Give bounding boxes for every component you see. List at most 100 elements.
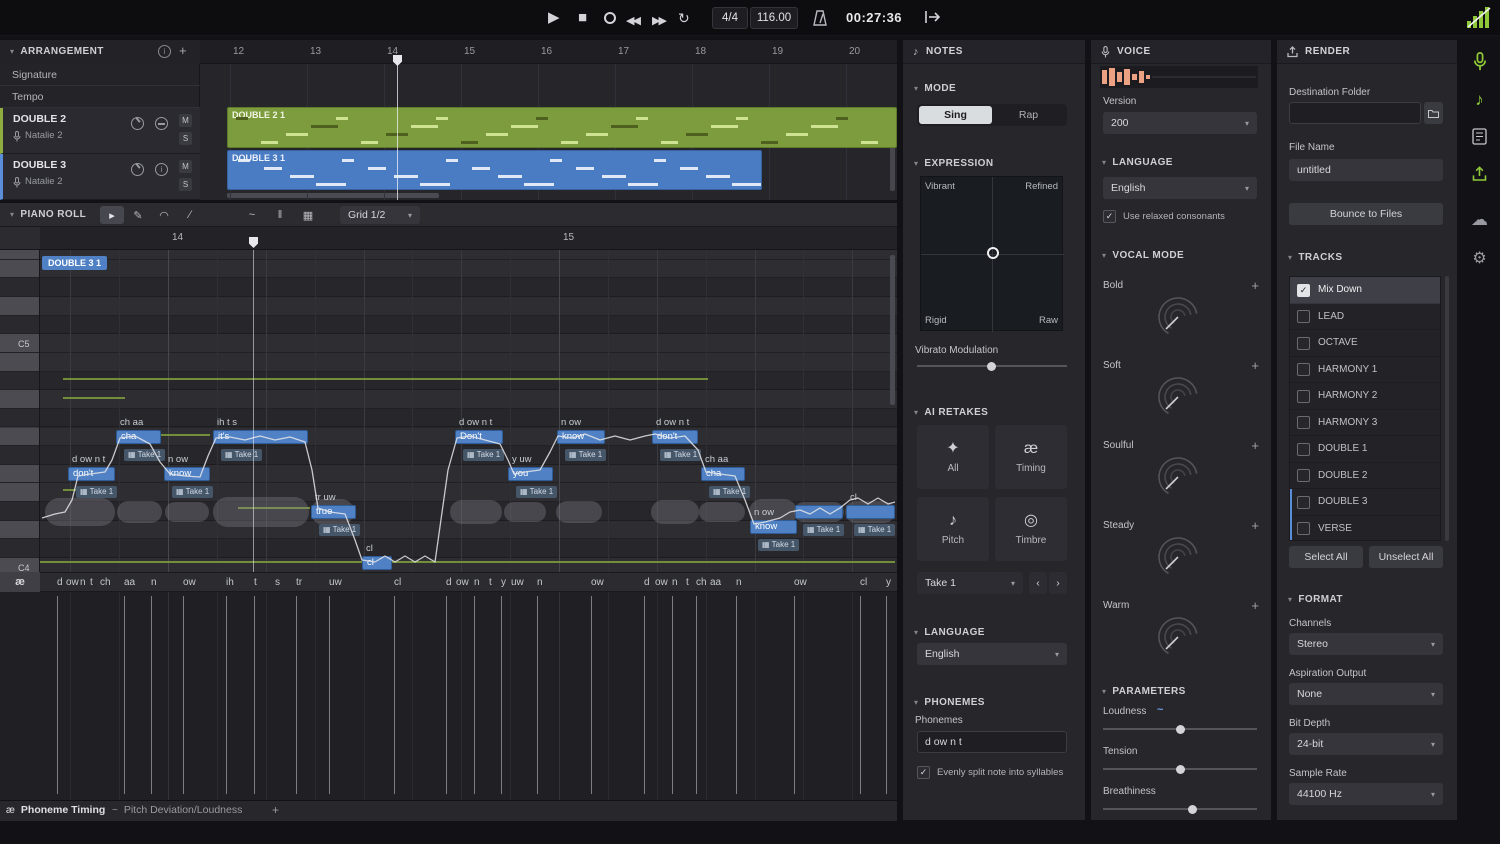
piano-note[interactable]: [846, 505, 895, 519]
piano-key-d5[interactable]: [0, 297, 40, 316]
phoneme-item[interactable]: t: [686, 577, 689, 588]
add-vocal-mode-icon[interactable]: +: [1251, 598, 1259, 613]
slider-handle[interactable]: [1188, 805, 1197, 814]
piano-key-b4[interactable]: [0, 353, 40, 372]
phoneme-item[interactable]: cl: [394, 577, 401, 588]
track-gain-knob-icon[interactable]: [131, 117, 144, 130]
phoneme-timing-line[interactable]: [296, 596, 297, 794]
take-badge[interactable]: ▦ Take 1: [124, 449, 165, 461]
automation-curve-icon[interactable]: ~: [1157, 704, 1163, 716]
phoneme-item[interactable]: n: [736, 577, 742, 588]
mode-section-header[interactable]: ▾MODE: [914, 83, 956, 94]
note-phoneme-label[interactable]: y uw: [512, 454, 532, 465]
phonemes-input[interactable]: [917, 731, 1067, 753]
notes-tab-icon[interactable]: ♪: [1459, 90, 1500, 110]
phoneme-item[interactable]: n: [474, 577, 480, 588]
piano-roll-v-scrollbar[interactable]: [890, 255, 895, 405]
settings-gear-icon[interactable]: ⚙: [1459, 248, 1500, 268]
note-area[interactable]: d ow n tdon't▦ Take 1ch aacha▦ Take 1n o…: [40, 250, 897, 572]
split-syllables-checkbox[interactable]: ✓: [917, 766, 930, 779]
note-phoneme-label[interactable]: ih t s: [217, 417, 237, 428]
piano-key-ds4[interactable]: [0, 502, 40, 521]
render-track-row[interactable]: LEAD: [1290, 304, 1441, 331]
vibrato-modulation-slider[interactable]: [917, 365, 1067, 367]
piano-roll-ruler[interactable]: 1415: [40, 227, 897, 250]
take-badge[interactable]: ▦ Take 1: [463, 449, 504, 461]
note-phoneme-label[interactable]: d ow n t: [656, 417, 689, 428]
vocal-mode-section-header[interactable]: ▾VOCAL MODE: [1102, 250, 1184, 261]
unselect-all-button[interactable]: Unselect All: [1369, 546, 1443, 568]
render-track-row[interactable]: OCTAVE: [1290, 330, 1441, 357]
phoneme-item[interactable]: ch: [100, 577, 111, 588]
take-badge[interactable]: ▦ Take 1: [854, 524, 895, 536]
phoneme-timing-line[interactable]: [794, 596, 795, 794]
render-track-row[interactable]: HARMONY 3: [1290, 410, 1441, 437]
render-track-checkbox[interactable]: [1297, 390, 1310, 403]
voice-language-select[interactable]: English▾: [1103, 177, 1257, 199]
phoneme-item[interactable]: cl: [860, 577, 867, 588]
slider-handle[interactable]: [1176, 765, 1185, 774]
vocal-mode-knob[interactable]: [1155, 454, 1201, 500]
phoneme-timing-line[interactable]: [57, 596, 58, 794]
vocal-mode-knob[interactable]: [1155, 534, 1201, 580]
phoneme-item[interactable]: t: [489, 577, 492, 588]
take-badge[interactable]: ▦ Take 1: [758, 539, 799, 551]
phoneme-timing-line[interactable]: [226, 596, 227, 794]
ai-retakes-section-header[interactable]: ▾AI RETAKES: [914, 407, 988, 418]
note-phoneme-label[interactable]: tr uw: [315, 492, 336, 503]
phoneme-timing-line[interactable]: [183, 596, 184, 794]
expression-handle[interactable]: [987, 247, 999, 259]
time-signature-box[interactable]: 4/4: [712, 7, 748, 29]
parameters-section-header[interactable]: ▾PARAMETERS: [1102, 686, 1186, 697]
retake-pitch-button[interactable]: ♪Pitch: [917, 497, 989, 561]
render-track-checkbox[interactable]: ✓: [1297, 284, 1310, 297]
channels-select[interactable]: Stereo▾: [1289, 633, 1443, 655]
render-track-checkbox[interactable]: [1297, 416, 1310, 429]
rewind-button[interactable]: ◀◀: [626, 11, 639, 31]
phoneme-item[interactable]: ow: [183, 577, 196, 588]
metronome-icon[interactable]: [812, 9, 828, 27]
vocal-mode-knob[interactable]: [1155, 374, 1201, 420]
piano-note[interactable]: cl: [362, 556, 392, 570]
render-track-checkbox[interactable]: [1297, 310, 1310, 323]
phoneme-timing-line[interactable]: [736, 596, 737, 794]
phoneme-item[interactable]: uw: [511, 577, 524, 588]
phoneme-item[interactable]: y: [886, 577, 891, 588]
render-track-row[interactable]: VERSE: [1290, 516, 1441, 542]
phoneme-timing-line[interactable]: [860, 596, 861, 794]
add-track-icon[interactable]: +: [179, 43, 187, 58]
phoneme-item[interactable]: t: [90, 577, 93, 588]
phoneme-item[interactable]: ih: [226, 577, 234, 588]
piano-key-e5[interactable]: [0, 260, 40, 279]
vocal-mode-knob[interactable]: [1155, 294, 1201, 340]
piano-note[interactable]: don't: [68, 467, 115, 481]
phoneme-timing-line[interactable]: [474, 596, 475, 794]
render-track-row[interactable]: HARMONY 2: [1290, 383, 1441, 410]
note-phoneme-label[interactable]: ch aa: [705, 454, 728, 465]
voice-waveform-thumbnail[interactable]: [1100, 66, 1258, 88]
phoneme-item[interactable]: d: [446, 577, 452, 588]
take-prev-button[interactable]: ‹: [1029, 572, 1047, 594]
language-section-header[interactable]: ▾LANGUAGE: [914, 627, 985, 638]
piano-note[interactable]: you: [508, 467, 553, 481]
take-badge[interactable]: ▦ Take 1: [516, 486, 557, 498]
select-all-button[interactable]: Select All: [1289, 546, 1363, 568]
arrangement-header[interactable]: ▾ ARRANGEMENT: [10, 46, 104, 57]
phoneme-timing-line[interactable]: [696, 596, 697, 794]
arrangement-timeline-ruler[interactable]: 121314151617181920: [200, 40, 897, 64]
expression-xy-pad[interactable]: Vibrant Refined Rigid Raw: [920, 176, 1063, 331]
render-track-checkbox[interactable]: [1297, 522, 1310, 535]
retake-timbre-button[interactable]: ◎Timbre: [995, 497, 1067, 561]
piano-key-e4[interactable]: [0, 483, 40, 502]
jump-to-playhead-icon[interactable]: [924, 10, 941, 24]
render-track-checkbox[interactable]: [1297, 469, 1310, 482]
phoneme-item[interactable]: n: [80, 577, 86, 588]
track-info-icon[interactable]: i: [155, 163, 168, 176]
destination-folder-input[interactable]: [1289, 102, 1421, 124]
piano-key-a4[interactable]: [0, 390, 40, 409]
bounce-to-files-button[interactable]: Bounce to Files: [1289, 203, 1443, 225]
note-language-select[interactable]: English▾: [917, 643, 1067, 665]
track-output-icon[interactable]: [155, 117, 168, 130]
bit-depth-select[interactable]: 24-bit▾: [1289, 733, 1443, 755]
take-select[interactable]: Take 1▾: [917, 572, 1023, 594]
